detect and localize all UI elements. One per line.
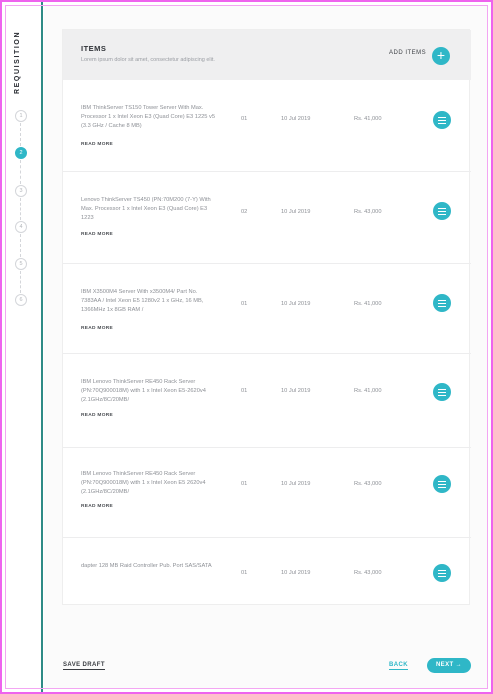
menu-icon-bar	[438, 572, 446, 574]
item-date: 10 Jul 2019	[281, 481, 311, 487]
step-connector	[20, 234, 21, 257]
step-2[interactable]: 2	[15, 147, 27, 159]
menu-icon-bar	[438, 302, 446, 304]
step-6[interactable]: 6	[15, 294, 27, 306]
item-qty: 01	[241, 301, 248, 307]
items-subtitle: Lorem ipsum dolor sit amet, consectetur …	[81, 57, 215, 63]
item-row: IBM X3500M4 Server With x3500M4/ Part No…	[63, 264, 471, 354]
item-price: Rs. 43,000	[354, 570, 382, 576]
item-date: 10 Jul 2019	[281, 209, 311, 215]
item-row: dapter 128 MB Raid Controller Pub. Port …	[63, 538, 471, 606]
item-description: IBM X3500M4 Server With x3500M4/ Part No…	[81, 289, 204, 314]
step-5[interactable]: 5	[15, 258, 27, 270]
menu-icon	[438, 480, 446, 482]
menu-icon	[438, 207, 446, 209]
read-more-link[interactable]: READ MORE	[81, 504, 113, 509]
row-menu-button[interactable]	[433, 564, 451, 582]
menu-icon-bar	[438, 394, 446, 396]
row-menu-button[interactable]	[433, 111, 451, 129]
item-row: IBM Lenovo ThinkServer RE450 Rack Server…	[63, 354, 471, 448]
step-connector	[20, 198, 21, 220]
menu-icon-bar	[438, 305, 446, 307]
menu-icon-bar	[438, 575, 446, 577]
items-header: ITEMS Lorem ipsum dolor sit amet, consec…	[63, 30, 471, 80]
menu-icon-bar	[438, 483, 446, 485]
step-connector	[20, 271, 21, 293]
item-price: Rs. 41,000	[354, 301, 382, 307]
row-menu-button[interactable]	[433, 383, 451, 401]
read-more-link[interactable]: READ MORE	[81, 142, 113, 147]
item-description: IBM ThinkServer TS150 Tower Server With …	[81, 105, 216, 130]
item-qty: 02	[241, 209, 248, 215]
plus-icon: +	[436, 47, 446, 63]
step-3[interactable]: 3	[15, 185, 27, 197]
item-qty: 01	[241, 481, 248, 487]
item-date: 10 Jul 2019	[281, 116, 311, 122]
row-menu-button[interactable]	[433, 294, 451, 312]
menu-icon-bar	[438, 210, 446, 212]
item-date: 10 Jul 2019	[281, 570, 311, 576]
item-date: 10 Jul 2019	[281, 388, 311, 394]
menu-icon-bar	[438, 486, 446, 488]
step-connector	[20, 160, 21, 184]
item-row: Lenovo ThinkServer TS450 (PN:70M200 (7-Y…	[63, 172, 471, 264]
row-menu-button[interactable]	[433, 202, 451, 220]
items-title: ITEMS	[81, 44, 107, 53]
item-description: dapter 128 MB Raid Controller Pub. Port …	[81, 563, 212, 569]
menu-icon	[438, 569, 446, 571]
item-qty: 01	[241, 570, 248, 576]
item-date: 10 Jul 2019	[281, 301, 311, 307]
row-menu-button[interactable]	[433, 475, 451, 493]
main-content: ITEMS Lorem ipsum dolor sit amet, consec…	[44, 6, 487, 688]
menu-icon	[438, 299, 446, 301]
read-more-link[interactable]: READ MORE	[81, 413, 113, 418]
sidebar: REQUISITION 1 2 3 4 5 6	[0, 0, 44, 694]
read-more-link[interactable]: READ MORE	[81, 326, 113, 331]
menu-icon-bar	[438, 391, 446, 393]
read-more-link[interactable]: READ MORE	[81, 232, 113, 237]
item-row: IBM ThinkServer TS150 Tower Server With …	[63, 80, 471, 172]
item-description: IBM Lenovo ThinkServer RE450 Rack Server…	[81, 379, 206, 404]
item-row: IBM Lenovo ThinkServer RE450 Rack Server…	[63, 448, 471, 538]
step-1[interactable]: 1	[15, 110, 27, 122]
item-price: Rs. 43,000	[354, 209, 382, 215]
menu-icon	[438, 116, 446, 118]
save-draft-button[interactable]: SAVE DRAFT	[63, 662, 105, 670]
add-items-button[interactable]: +	[432, 47, 450, 65]
step-4[interactable]: 4	[15, 221, 27, 233]
item-price: Rs. 41,000	[354, 116, 382, 122]
item-price: Rs. 43,000	[354, 481, 382, 487]
next-button[interactable]: NEXT →	[427, 658, 471, 673]
menu-icon-bar	[438, 122, 446, 124]
menu-icon	[438, 388, 446, 390]
sidebar-title: REQUISITION	[14, 30, 21, 94]
items-panel: ITEMS Lorem ipsum dolor sit amet, consec…	[62, 29, 471, 606]
menu-icon-bar	[438, 119, 446, 121]
step-connector	[20, 123, 21, 146]
add-items-label[interactable]: ADD ITEMS	[389, 50, 426, 56]
item-description: IBM Lenovo ThinkServer RE450 Rack Server…	[81, 471, 206, 496]
item-qty: 01	[241, 388, 248, 394]
item-price: Rs. 41,000	[354, 388, 382, 394]
back-button[interactable]: BACK	[389, 662, 408, 670]
item-qty: 01	[241, 116, 248, 122]
item-description: Lenovo ThinkServer TS450 (PN:70M200 (7-Y…	[81, 197, 211, 222]
menu-icon-bar	[438, 213, 446, 215]
sidebar-divider	[41, 0, 43, 694]
